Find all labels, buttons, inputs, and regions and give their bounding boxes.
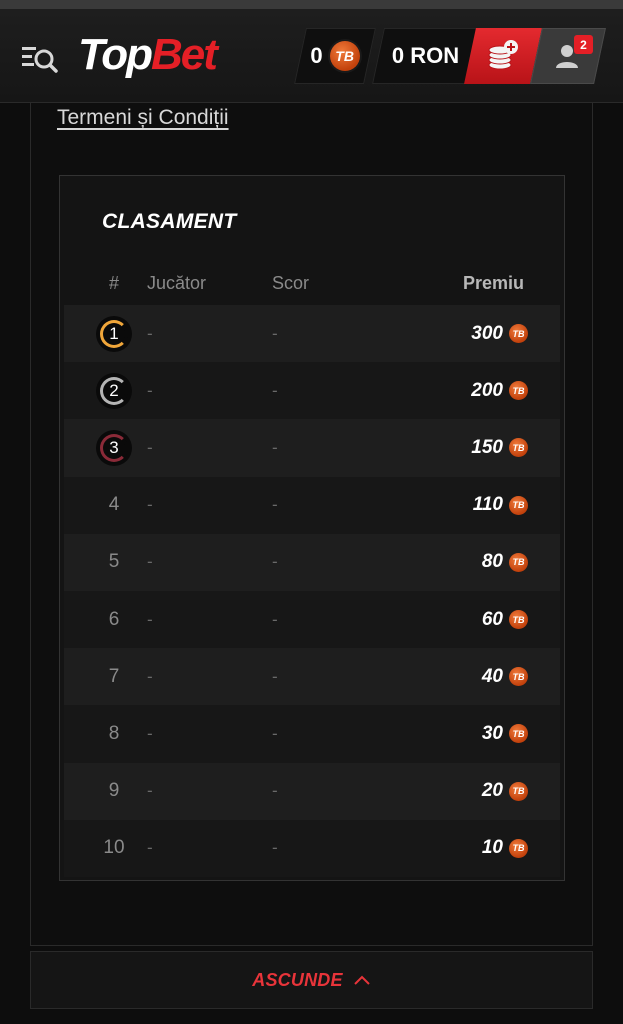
ron-balance-value: 0 RON (391, 43, 460, 68)
prize-value: 110 (472, 494, 503, 516)
tb-coin-icon: TB (509, 838, 528, 858)
player-cell: - (147, 495, 153, 515)
table-row: 4 - - 110 TB (64, 476, 560, 534)
hide-button-label: ASCUNDE (252, 969, 343, 990)
tb-coin-icon: TB (509, 495, 528, 515)
chevron-up-icon (353, 975, 370, 985)
prize-value: 20 (481, 780, 503, 802)
table-row: 2 - - 200 TB (64, 362, 560, 420)
score-cell: - (272, 323, 278, 343)
player-cell: - (147, 323, 153, 343)
bronze-medal-icon: 3 (96, 429, 132, 466)
player-cell: - (147, 838, 153, 858)
table-row: 5 - - 80 TB (64, 533, 560, 591)
player-cell: - (147, 437, 153, 457)
prize-value: 150 (471, 436, 503, 458)
table-row: 3 - - 150 TB (64, 419, 560, 477)
leaderboard-rows: 1 - - 300 TB 2 - - 200 TB 3 - - 150 TB 4 - … (64, 305, 560, 877)
player-cell: - (147, 781, 153, 801)
rank-column-header: # (109, 273, 120, 293)
player-cell: - (147, 380, 153, 400)
logo-bet-text: Bet (151, 30, 218, 79)
tb-coin-icon: TB (509, 438, 528, 458)
leaderboard-title: CLASAMENT (102, 210, 237, 233)
top-strip (0, 0, 623, 9)
score-cell: - (272, 838, 278, 858)
table-row: 6 - - 60 TB (64, 590, 560, 649)
topbet-logo[interactable]: TopBet (78, 27, 218, 83)
score-cell: - (272, 495, 278, 515)
prize-value: 200 (471, 379, 503, 401)
rank-value: 9 (108, 780, 120, 802)
logo-top-text: Top (78, 30, 153, 79)
coin-stack-plus-icon (488, 40, 518, 70)
score-cell: - (272, 781, 278, 801)
player-cell: - (147, 609, 153, 629)
player-cell: - (147, 552, 153, 572)
ron-balance[interactable]: 0 RON (372, 28, 479, 84)
coins-value: 0 (310, 43, 323, 68)
notification-badge: 2 (574, 35, 593, 54)
prize-value: 40 (481, 665, 503, 687)
deposit-button[interactable] (464, 28, 542, 84)
rank-value: 6 (108, 608, 120, 630)
rank-value: 1 (109, 323, 119, 343)
score-cell: - (272, 723, 278, 743)
tb-coin-icon: TB (509, 781, 528, 801)
rank-value: 7 (108, 665, 120, 687)
tb-coin-icon: TB (509, 381, 528, 401)
score-cell: - (272, 437, 278, 457)
table-row: 7 - - 40 TB (64, 648, 560, 706)
rank-value: 3 (109, 437, 119, 457)
prize-value: 10 (481, 837, 503, 859)
gold-medal-icon: 1 (96, 315, 132, 352)
prize-value: 300 (471, 322, 503, 344)
rank-value: 8 (108, 722, 120, 744)
tb-coin-icon: TB (509, 724, 528, 744)
prize-value: 60 (481, 608, 503, 630)
rank-value: 5 (108, 551, 120, 573)
rank-value: 10 (103, 837, 125, 859)
table-row: 10 - - 10 TB (64, 819, 560, 877)
rank-value: 2 (109, 380, 119, 400)
table-row: 8 - - 30 TB (64, 705, 560, 763)
tb-coin-icon: TB (329, 41, 360, 71)
menu-search-icon[interactable] (18, 37, 62, 77)
score-cell: - (272, 609, 278, 629)
player-column-header: Jucător (147, 273, 207, 293)
table-row: 1 - - 300 TB (64, 305, 560, 363)
player-cell: - (147, 723, 153, 743)
prize-column-header: Premiu (463, 273, 525, 293)
score-column-header: Scor (272, 273, 310, 293)
rank-value: 4 (108, 494, 120, 516)
tb-coin-icon: TB (509, 667, 528, 687)
tb-coin-icon: TB (509, 552, 528, 572)
score-cell: - (272, 380, 278, 400)
table-row: 9 - - 20 TB (64, 762, 560, 820)
profile-button[interactable]: 2 (530, 28, 606, 84)
tb-coin-icon: TB (509, 324, 528, 344)
score-cell: - (272, 666, 278, 686)
score-cell: - (272, 552, 278, 572)
prize-value: 80 (481, 551, 503, 573)
tb-coin-icon: TB (509, 610, 528, 630)
hide-button[interactable]: ASCUNDE (30, 951, 593, 1009)
prize-value: 30 (481, 722, 503, 744)
app-header: TopBet 0 TB 0 RON 2 (0, 9, 623, 103)
terms-conditions-link[interactable]: Termeni și Condiții (57, 106, 229, 130)
silver-medal-icon: 2 (96, 372, 132, 409)
player-cell: - (147, 666, 153, 686)
coins-balance[interactable]: 0 TB (294, 28, 376, 84)
